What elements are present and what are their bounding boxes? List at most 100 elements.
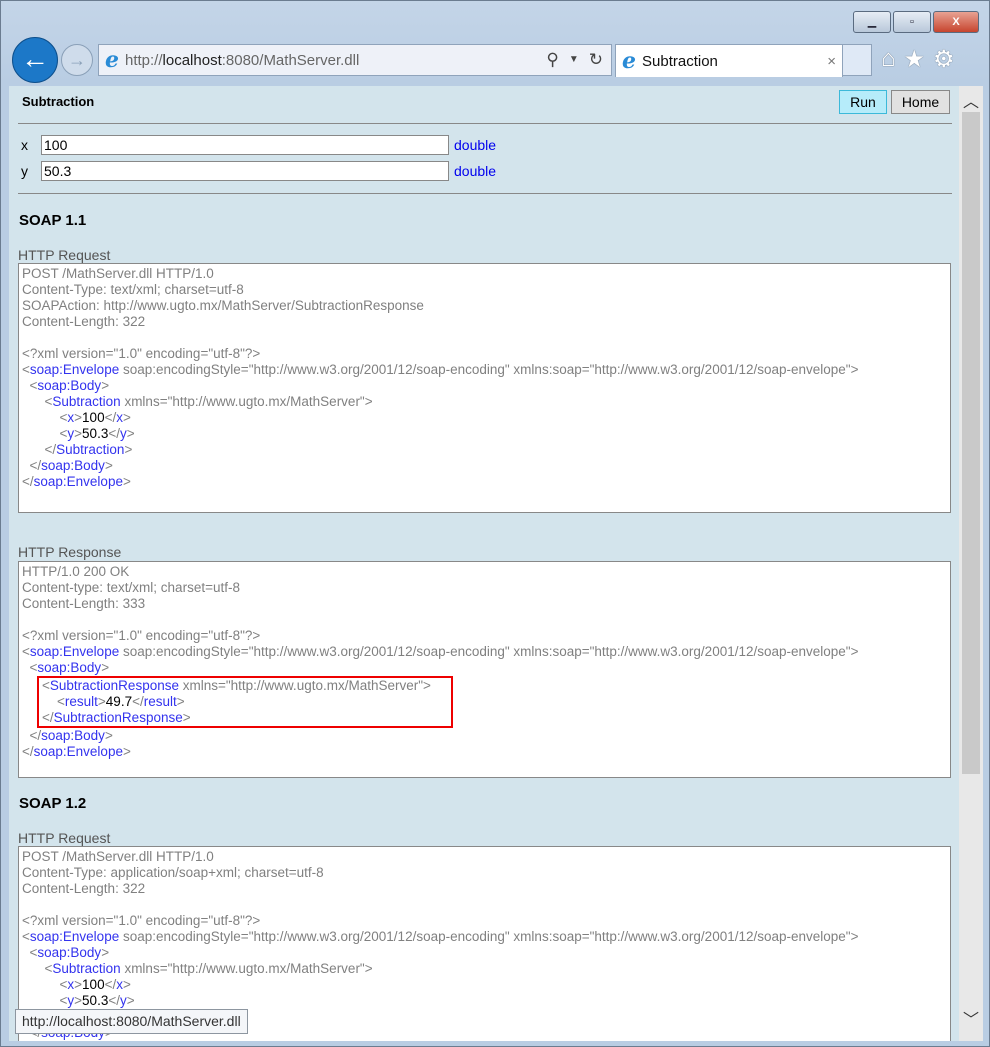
code-text: >	[104, 458, 113, 473]
code-text: <	[22, 945, 38, 960]
code-text: >	[101, 378, 110, 393]
xml-tag-name: Subtraction	[52, 961, 121, 976]
tab-close-icon[interactable]: ×	[827, 53, 836, 70]
y-input[interactable]	[41, 161, 449, 181]
forward-button[interactable]: →	[61, 44, 93, 76]
xml-tag-name: x	[116, 977, 123, 992]
url-rest: :8080/MathServer.dll	[221, 51, 360, 69]
code-text: <	[22, 410, 68, 425]
code-line: POST /MathServer.dll HTTP/1.0	[22, 849, 947, 865]
xml-tag-name: soap:Envelope	[33, 474, 123, 489]
code-text: Content-type: text/xml; charset=utf-8	[22, 580, 240, 595]
close-button[interactable]: X	[933, 11, 979, 33]
code-text: >	[74, 993, 83, 1008]
code-line: Content-type: text/xml; charset=utf-8	[22, 580, 947, 596]
code-text: soap:encodingStyle="http://www.w3.org/20…	[119, 362, 859, 377]
code-line: <soap:Body>	[22, 378, 947, 394]
page-title: Subtraction	[22, 94, 95, 109]
soap12-request-label: HTTP Request	[18, 830, 111, 846]
code-line: Content-Length: 322	[22, 314, 947, 330]
code-text: </	[108, 426, 120, 441]
address-bar[interactable]: e http://localhost:8080/MathServer.dll ⚲…	[98, 44, 612, 76]
code-text: POST /MathServer.dll HTTP/1.0	[22, 849, 214, 864]
ie-icon: e	[622, 48, 636, 74]
new-tab-button[interactable]	[842, 44, 872, 76]
code-line: <?xml version="1.0" encoding="utf-8"?>	[22, 628, 947, 644]
code-line: </SubtractionResponse>	[42, 710, 451, 726]
code-text: <?xml version="1.0" encoding="utf-8"?>	[22, 913, 261, 928]
code-line: <Subtraction xmlns="http://www.ugto.mx/M…	[22, 394, 947, 410]
code-line: <x>100</x>	[22, 977, 947, 993]
xml-tag-name: soap:Envelope	[29, 362, 120, 377]
param-type-link[interactable]: double	[454, 137, 496, 153]
code-text: </	[132, 694, 144, 709]
back-button[interactable]: ←	[12, 37, 58, 83]
soap12-heading: SOAP 1.2	[19, 795, 87, 812]
code-text: >	[122, 977, 131, 992]
code-line: Content-Length: 333	[22, 596, 947, 612]
tab-subtraction[interactable]: e Subtraction ×	[615, 44, 843, 77]
param-type-link[interactable]: double	[454, 163, 496, 179]
scroll-up-icon[interactable]: ︿	[959, 88, 983, 112]
param-label: x	[21, 137, 28, 153]
xml-tag-name: soap:Body	[37, 378, 102, 393]
soap11-response-box[interactable]: HTTP/1.0 200 OK Content-type: text/xml; c…	[18, 561, 951, 778]
soap11-request-label: HTTP Request	[18, 247, 111, 263]
code-text: >	[122, 474, 131, 489]
x-input[interactable]	[41, 135, 449, 155]
code-text: </	[22, 474, 34, 489]
xml-tag-name: soap:Envelope	[29, 929, 120, 944]
url-host: localhost	[162, 51, 222, 69]
scroll-thumb[interactable]	[962, 112, 980, 774]
xml-value: 50.3	[82, 993, 109, 1008]
code-line: <soap:Envelope soap:encodingStyle="http:…	[22, 362, 947, 378]
ie-icon: e	[105, 47, 119, 73]
code-line: </soap:Body>	[22, 728, 947, 744]
star-icon[interactable]: ★	[904, 45, 926, 74]
code-text: <	[42, 694, 65, 709]
code-text: </	[22, 458, 42, 473]
soap11-response-label: HTTP Response	[18, 544, 122, 560]
scroll-down-icon[interactable]: ﹀	[959, 1006, 983, 1030]
code-text: <	[22, 977, 68, 992]
search-icon[interactable]: ⚲	[546, 50, 558, 70]
home-icon[interactable]: ⌂	[881, 45, 896, 74]
code-line: <y>50.3</y>	[22, 993, 947, 1009]
param-x: x double	[21, 135, 496, 155]
run-button[interactable]: Run	[839, 90, 887, 114]
code-text: <	[22, 993, 68, 1008]
url-prefix: http://	[125, 51, 163, 69]
refresh-icon[interactable]: ↻	[589, 50, 603, 70]
code-text: </	[22, 728, 42, 743]
xml-tag-name: soap:Envelope	[29, 644, 120, 659]
page-content: Subtraction Run Home x double y double S…	[9, 86, 959, 1041]
code-text: >	[182, 710, 191, 725]
param-label: y	[21, 163, 28, 179]
code-text: <	[22, 929, 30, 944]
dropdown-icon[interactable]: ▼	[569, 50, 579, 70]
home-button[interactable]: Home	[891, 90, 950, 114]
code-text: xmlns="http://www.ugto.mx/MathServer">	[178, 678, 431, 693]
vertical-scrollbar[interactable]: ︿ ﹀	[959, 86, 983, 1041]
gear-icon[interactable]: ⚙	[933, 45, 955, 74]
minimize-button[interactable]: ▁	[853, 11, 891, 33]
code-line: HTTP/1.0 200 OK	[22, 564, 947, 580]
code-text: </	[22, 744, 34, 759]
code-text: >	[126, 993, 135, 1008]
divider	[18, 193, 952, 194]
code-text: SOAPAction: http://www.ugto.mx/MathServe…	[22, 298, 424, 313]
code-text: Content-Length: 322	[22, 881, 146, 896]
xml-tag-name: soap:Body	[37, 660, 102, 675]
restore-button[interactable]: ▫	[893, 11, 931, 33]
highlight-box: <SubtractionResponse xmlns="http://www.u…	[37, 676, 453, 728]
code-text: >	[122, 744, 131, 759]
code-text: >	[74, 426, 83, 441]
soap11-heading: SOAP 1.1	[19, 212, 87, 229]
soap11-request-box[interactable]: POST /MathServer.dll HTTP/1.0 Content-Typ…	[18, 263, 951, 513]
xml-tag-name: SubtractionResponse	[49, 678, 179, 693]
xml-value: 49.7	[105, 694, 133, 709]
xml-tag-name: y	[119, 426, 127, 441]
code-line: SOAPAction: http://www.ugto.mx/MathServe…	[22, 298, 947, 314]
